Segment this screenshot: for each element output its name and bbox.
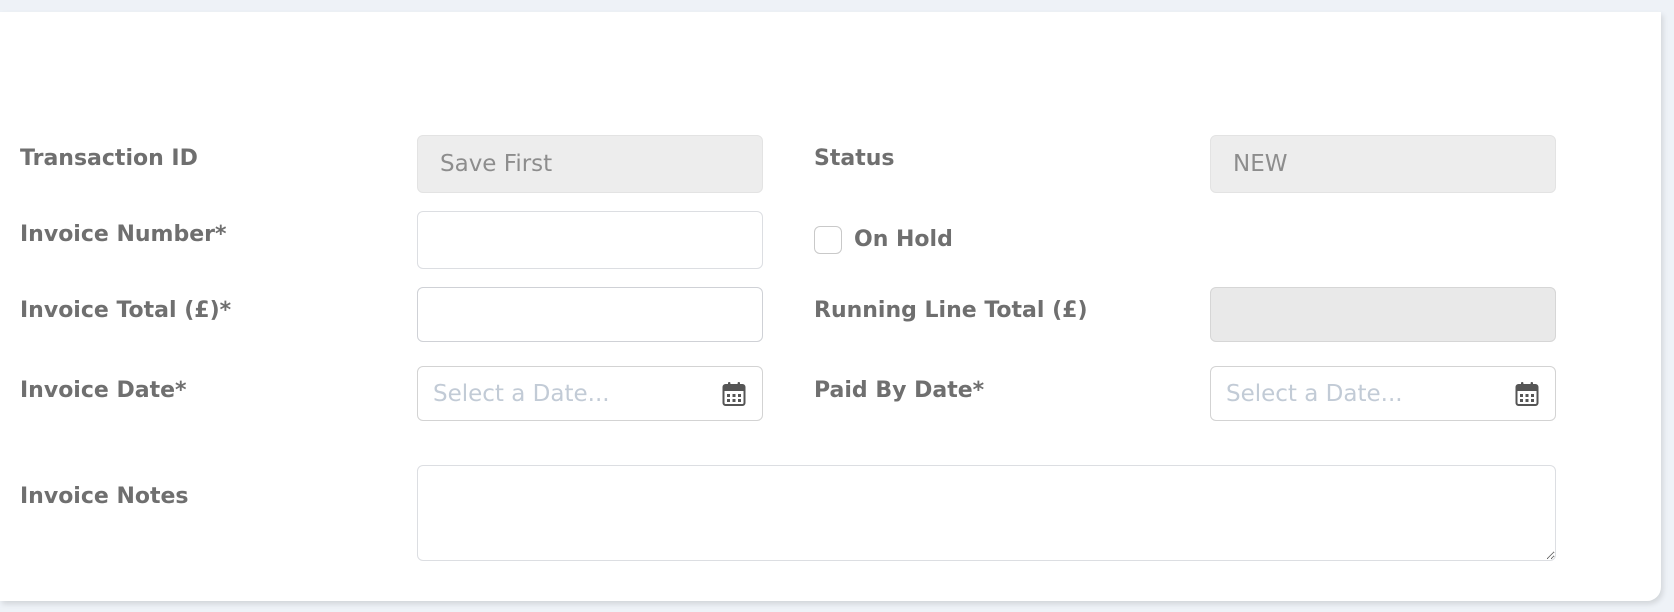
status-value: NEW: [1233, 151, 1288, 177]
paid-by-date-picker[interactable]: Select a Date...: [1210, 366, 1556, 421]
invoice-notes-label: Invoice Notes: [20, 484, 189, 509]
invoice-total-input[interactable]: [417, 287, 763, 342]
invoice-date-picker[interactable]: Select a Date...: [417, 366, 763, 421]
invoice-form-card: Transaction ID Save First Status NEW Inv…: [0, 12, 1661, 601]
status-label: Status: [814, 146, 895, 171]
invoice-date-placeholder: Select a Date...: [433, 380, 610, 407]
invoice-number-input[interactable]: [417, 211, 763, 269]
invoice-date-label: Invoice Date*: [20, 378, 187, 403]
calendar-icon[interactable]: [722, 381, 746, 407]
invoice-notes-textarea[interactable]: [417, 465, 1556, 561]
transaction-id-label: Transaction ID: [20, 146, 198, 171]
transaction-id-value: Save First: [440, 151, 553, 177]
paid-by-date-placeholder: Select a Date...: [1226, 380, 1403, 407]
transaction-id-field: Save First: [417, 135, 763, 193]
running-line-total-label: Running Line Total (£): [814, 298, 1088, 323]
on-hold-checkbox[interactable]: [814, 226, 842, 254]
calendar-icon[interactable]: [1515, 381, 1539, 407]
running-line-total-field: [1210, 287, 1556, 342]
paid-by-date-label: Paid By Date*: [814, 378, 985, 403]
invoice-total-label: Invoice Total (£)*: [20, 298, 232, 323]
on-hold-label: On Hold: [854, 227, 953, 252]
invoice-number-label: Invoice Number*: [20, 222, 227, 247]
status-field: NEW: [1210, 135, 1556, 193]
